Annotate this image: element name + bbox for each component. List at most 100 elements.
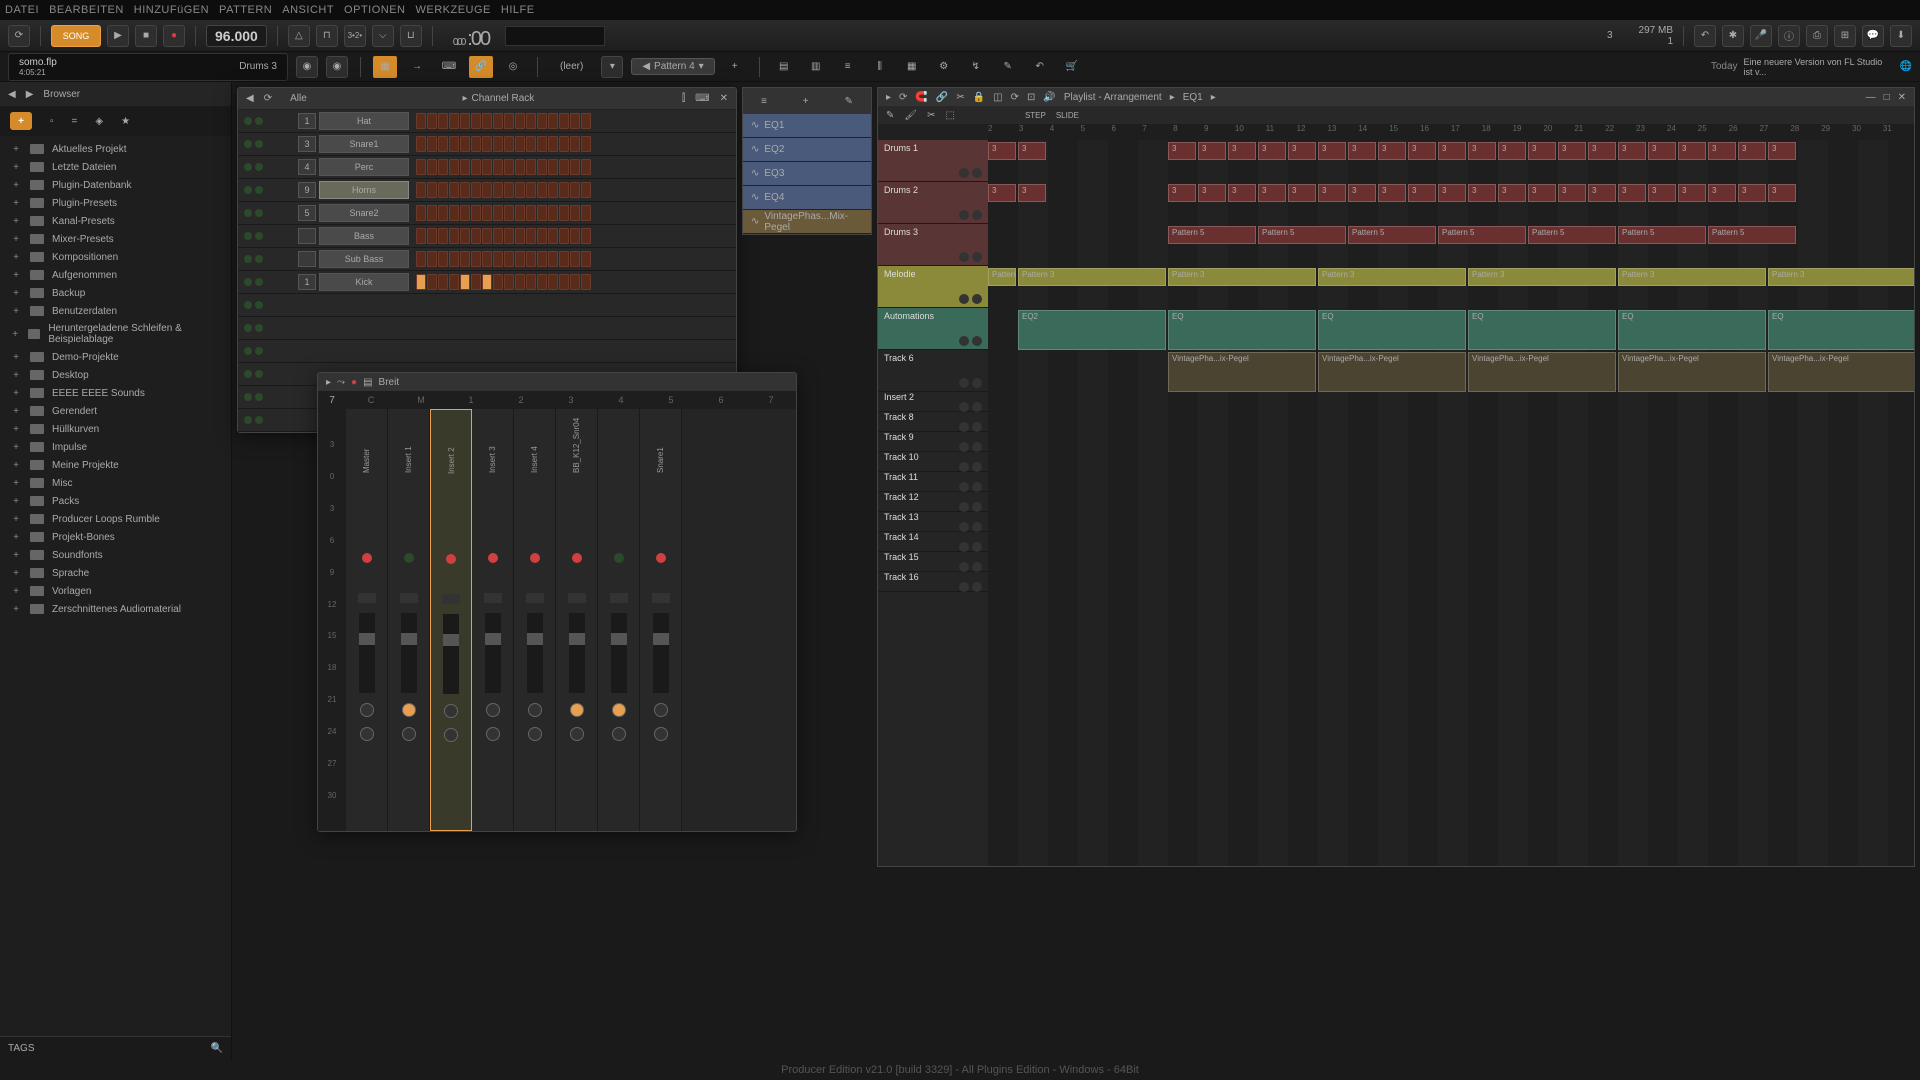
expand-icon[interactable]: + <box>10 423 22 435</box>
step-button[interactable] <box>581 228 591 244</box>
step-button[interactable] <box>482 274 492 290</box>
mixer-pan[interactable] <box>484 593 502 603</box>
playlist-grid[interactable]: 3333333333333333333333333333333333333333… <box>988 140 1914 866</box>
tempo-display[interactable]: 96.000 <box>206 25 267 47</box>
playlist-clip[interactable]: Pattern 5 <box>1618 226 1706 244</box>
browser-icon-3[interactable]: ◈ <box>95 116 103 127</box>
playlist-clip[interactable]: 3 <box>1438 184 1466 202</box>
pl-reload-icon[interactable]: ⟳ <box>1011 92 1019 103</box>
mixer-send-led[interactable] <box>530 553 540 563</box>
step-button[interactable] <box>427 274 437 290</box>
mx-rec[interactable]: ● <box>351 377 357 388</box>
mixer-knob[interactable] <box>570 703 584 717</box>
export-button[interactable]: ⎙ <box>1806 25 1828 47</box>
picker-pattern[interactable]: ∿VintagePhas...Mix-Pegel <box>743 210 871 234</box>
step-button[interactable] <box>493 182 503 198</box>
render-button[interactable]: 🎤 <box>1750 25 1772 47</box>
browser-folder[interactable]: +Benutzerdaten <box>0 302 231 320</box>
main-pitch-knob[interactable]: ◉ <box>326 56 348 78</box>
mixer-route-knob[interactable] <box>360 727 374 741</box>
playlist-track-header[interactable]: Drums 3 <box>878 224 988 266</box>
fader-cap[interactable] <box>359 633 375 645</box>
track-solo-button[interactable] <box>972 378 982 388</box>
loop-rec-button[interactable]: ⊔ <box>400 25 422 47</box>
track-mute-button[interactable] <box>959 168 969 178</box>
step-button[interactable] <box>493 228 503 244</box>
step-button[interactable] <box>416 228 426 244</box>
step-button[interactable] <box>482 205 492 221</box>
channel-mute[interactable] <box>255 232 263 240</box>
playlist-clip[interactable]: Pattern 5 <box>1168 226 1256 244</box>
step-button[interactable] <box>559 251 569 267</box>
play-button[interactable]: ▶ <box>107 25 129 47</box>
step-button[interactable] <box>559 182 569 198</box>
track-solo-button[interactable] <box>972 336 982 346</box>
fader-cap[interactable] <box>527 633 543 645</box>
channel-mute[interactable] <box>255 255 263 263</box>
mixer-route-knob[interactable] <box>570 727 584 741</box>
playlist-clip[interactable]: 3 <box>1708 142 1736 160</box>
channel-mute[interactable] <box>255 117 263 125</box>
step-button[interactable] <box>504 136 514 152</box>
pl-menu-icon[interactable]: ▸ <box>886 92 891 103</box>
expand-icon[interactable]: + <box>10 287 22 299</box>
step-button[interactable] <box>548 228 558 244</box>
step-button[interactable] <box>548 205 558 221</box>
step-button[interactable] <box>416 136 426 152</box>
step-button[interactable] <box>537 274 547 290</box>
browser-folder[interactable]: +Letzte Dateien <box>0 158 231 176</box>
playlist-clip[interactable]: 3 <box>1408 142 1436 160</box>
channel-mute[interactable] <box>255 324 263 332</box>
pl-close-icon[interactable]: ✕ <box>1898 92 1906 103</box>
playlist-clip[interactable]: Pattern 3 <box>1168 268 1316 286</box>
channel-number[interactable]: 1 <box>298 113 316 129</box>
expand-icon[interactable]: + <box>10 477 22 489</box>
browser-back[interactable]: ◀ <box>8 89 16 100</box>
playlist-clip[interactable]: Pattern 3 <box>1318 268 1466 286</box>
step-button[interactable] <box>427 205 437 221</box>
step-button[interactable] <box>559 205 569 221</box>
step-button[interactable] <box>460 159 470 175</box>
step-button[interactable] <box>438 251 448 267</box>
expand-icon[interactable]: + <box>10 369 22 381</box>
undo-button[interactable]: ↶ <box>1694 25 1716 47</box>
step-button[interactable] <box>427 228 437 244</box>
track-solo-button[interactable] <box>972 542 982 552</box>
playlist-clip[interactable]: 3 <box>1288 184 1316 202</box>
playlist-clip[interactable]: 3 <box>1768 184 1796 202</box>
expand-icon[interactable]: + <box>10 305 22 317</box>
browser-folder[interactable]: +Producer Loops Rumble <box>0 510 231 528</box>
playlist-clip[interactable]: VintagePha...ix-Pegel <box>1768 352 1914 392</box>
step-button[interactable] <box>526 113 536 129</box>
step-button[interactable] <box>570 159 580 175</box>
mixer-route-knob[interactable] <box>528 727 542 741</box>
step-button[interactable] <box>570 205 580 221</box>
playlist-clip[interactable]: 3 <box>1738 184 1766 202</box>
step-button[interactable] <box>449 228 459 244</box>
step-button[interactable] <box>548 159 558 175</box>
browser-icon-4[interactable]: ★ <box>121 116 130 127</box>
channel-led[interactable] <box>244 232 252 240</box>
track-solo-button[interactable] <box>972 482 982 492</box>
playlist-clip[interactable]: EQ <box>1168 310 1316 350</box>
track-solo-button[interactable] <box>972 522 982 532</box>
mixer-fader[interactable] <box>359 613 375 693</box>
playlist-clip[interactable]: 3 <box>1018 184 1046 202</box>
mixer-header[interactable]: ▸ ⤳ ● ▤ Breit <box>318 373 796 391</box>
step-button[interactable] <box>559 136 569 152</box>
browser-folder[interactable]: +Soundfonts <box>0 546 231 564</box>
expand-icon[interactable]: + <box>10 269 22 281</box>
pl-sync-icon[interactable]: ⟳ <box>899 92 907 103</box>
browser-folder[interactable]: +Sprache <box>0 564 231 582</box>
playlist-clip[interactable]: 3 <box>1258 142 1286 160</box>
mixer-fader[interactable] <box>401 613 417 693</box>
pl-arrangement-name[interactable]: EQ1 <box>1183 92 1203 103</box>
mixer-pan[interactable] <box>652 593 670 603</box>
channel-mute[interactable] <box>255 416 263 424</box>
mixer-send-led[interactable] <box>572 553 582 563</box>
track-solo-button[interactable] <box>972 502 982 512</box>
step-button[interactable] <box>460 274 470 290</box>
step-button[interactable] <box>460 228 470 244</box>
playlist-clip[interactable]: 3 <box>1018 142 1046 160</box>
pl-magnet-icon[interactable]: 🧲 <box>915 92 927 103</box>
